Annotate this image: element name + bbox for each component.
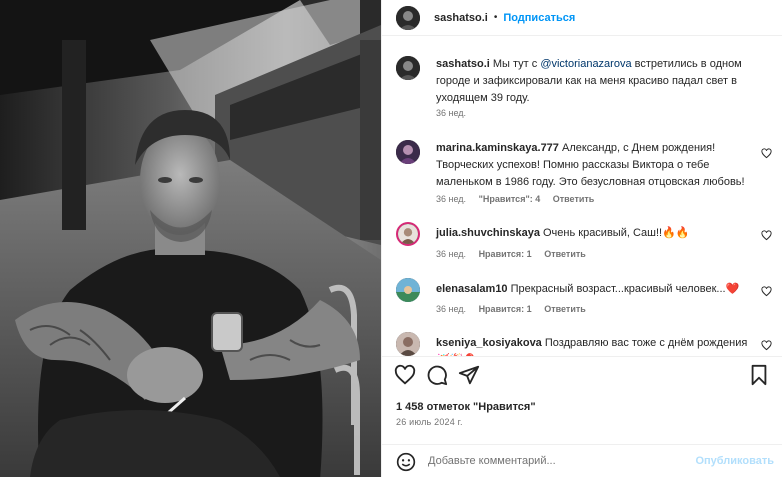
post-side-panel: sashatso.i • Подписаться sashatso.i Мы т… (381, 0, 782, 477)
comment-heart-icon[interactable] (761, 340, 772, 351)
comment-meta: 36 нед. "Нравится": 4 Ответить (436, 194, 604, 204)
comment-item: marina.kaminskaya.777 Александр, с Днем … (396, 140, 774, 210)
reply-button[interactable]: Ответить (544, 304, 586, 314)
likes-count[interactable]: 1 458 отметок "Нравится" (396, 401, 536, 413)
comment-username[interactable]: elenasalam10 (436, 283, 508, 295)
comment-body: Очень красивый, Саш!!🔥🔥 (539, 227, 690, 239)
post-image (0, 0, 381, 477)
comment-time[interactable]: 36 нед. (436, 249, 466, 259)
add-comment-bar: Добавьте комментарий... Опубликовать (382, 444, 782, 477)
divider (382, 356, 782, 357)
caption-mention[interactable]: @victorianazarova (540, 58, 631, 70)
commenter-avatar[interactable] (396, 222, 420, 246)
comment-text: elenasalam10 Прекрасный возраст...красив… (436, 281, 752, 298)
comment-time[interactable]: 36 нед. (436, 304, 466, 314)
separator-dot: • (493, 12, 498, 23)
comment-text: kseniya_kosiyakova Поздравляю вас тоже с… (436, 335, 752, 356)
caption-avatar[interactable] (396, 56, 420, 80)
heart-icon[interactable] (394, 364, 416, 386)
caption-username[interactable]: sashatso.i (436, 58, 490, 70)
comment-item: julia.shuvchinskaya Очень красивый, Саш!… (396, 222, 774, 262)
comment-heart-icon[interactable] (761, 148, 772, 159)
caption-text: sashatso.i Мы тут с @victorianazarova вс… (436, 56, 752, 107)
caption-time[interactable]: 36 нед. (436, 108, 466, 118)
commenter-avatar[interactable] (396, 332, 420, 356)
comment-input[interactable]: Добавьте комментарий... (428, 455, 556, 467)
comment-item: elenasalam10 Прекрасный возраст...красив… (396, 278, 774, 318)
comment-likes[interactable]: Нравится: 1 (479, 249, 532, 259)
publish-button[interactable]: Опубликовать (695, 455, 774, 467)
comment-text: julia.shuvchinskaya Очень красивый, Саш!… (436, 225, 752, 242)
comment-meta: 36 нед. Нравится: 1 Ответить (436, 249, 596, 259)
post-photo[interactable] (0, 0, 381, 477)
comment-body: Прекрасный возраст...красивый человек...… (507, 283, 740, 295)
follow-button[interactable]: Подписаться (503, 12, 575, 24)
caption: sashatso.i Мы тут с @victorianazarova вс… (396, 56, 774, 126)
post-modal: sashatso.i • Подписаться sashatso.i Мы т… (0, 0, 782, 477)
reply-button[interactable]: Ответить (544, 249, 586, 259)
author-avatar[interactable] (396, 5, 420, 30)
comment-likes[interactable]: "Нравится": 4 (479, 194, 541, 204)
commenter-avatar[interactable] (396, 140, 420, 164)
comment-heart-icon[interactable] (761, 286, 772, 297)
bookmark-icon[interactable] (748, 364, 770, 386)
comment-username[interactable]: marina.kaminskaya.777 (436, 142, 559, 154)
share-icon[interactable] (458, 364, 480, 386)
author-username[interactable]: sashatso.i (434, 12, 488, 24)
comment-time[interactable]: 36 нед. (436, 194, 466, 204)
comment-username[interactable]: kseniya_kosiyakova (436, 337, 542, 349)
comment-username[interactable]: julia.shuvchinskaya (436, 227, 540, 239)
comment-likes[interactable]: Нравится: 1 (479, 304, 532, 314)
caption-text-part: Мы тут с (489, 58, 541, 70)
emoji-icon[interactable] (396, 452, 416, 472)
comment-meta: 36 нед. Нравится: 1 Ответить (436, 304, 596, 314)
comment-icon[interactable] (426, 364, 448, 386)
commenter-avatar[interactable] (396, 278, 420, 302)
caption-meta: 36 нед. (436, 108, 476, 118)
comments-list[interactable]: sashatso.i Мы тут с @victorianazarova вс… (382, 56, 782, 356)
comment-item: kseniya_kosiyakova Поздравляю вас тоже с… (396, 332, 774, 356)
reply-button[interactable]: Ответить (553, 194, 595, 204)
post-header: sashatso.i • Подписаться (382, 0, 782, 36)
comment-text: marina.kaminskaya.777 Александр, с Днем … (436, 140, 752, 191)
action-bar (394, 364, 770, 390)
comment-heart-icon[interactable] (761, 230, 772, 241)
post-date[interactable]: 26 июль 2024 г. (396, 417, 463, 427)
